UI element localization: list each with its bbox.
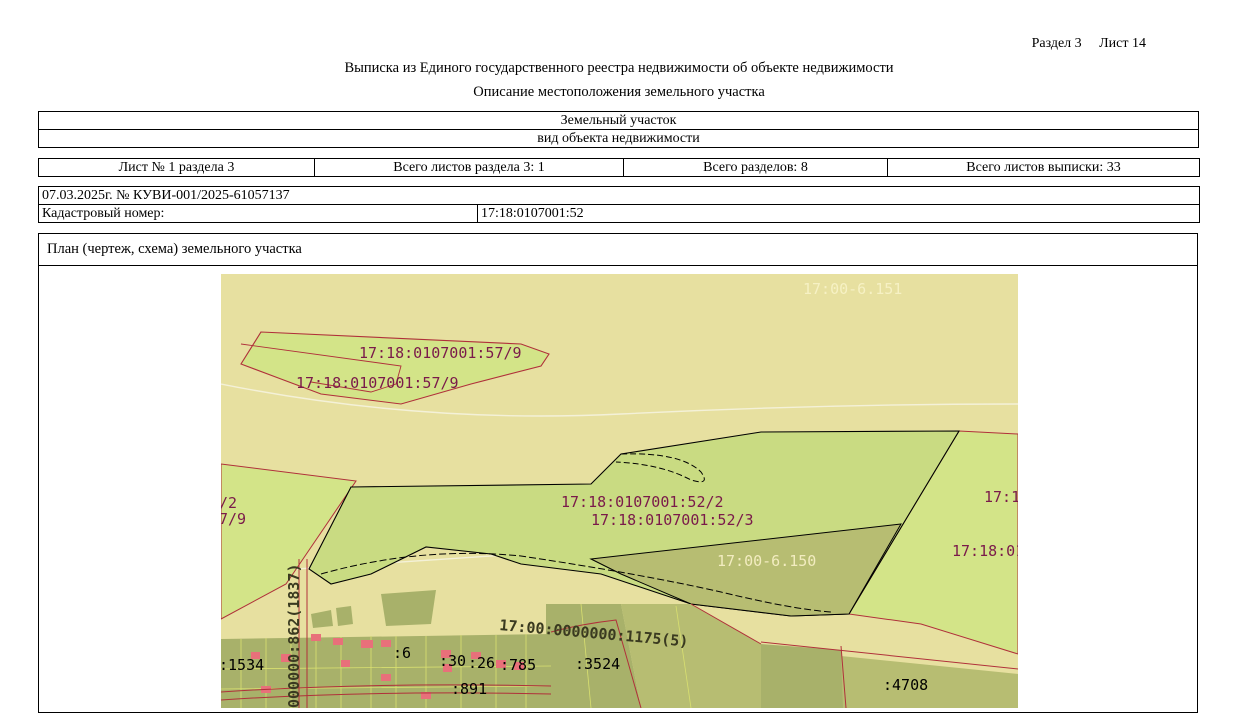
label-26: :26 <box>468 654 495 672</box>
label-zone-150: 17:00-6.150 <box>717 552 816 570</box>
plan-title: План (чертеж, схема) земельного участка <box>47 241 302 257</box>
plan-header: План (чертеж, схема) земельного участка <box>39 234 1197 266</box>
label-6: :6 <box>393 644 411 662</box>
counters-table: Лист № 1 раздела 3 Всего листов раздела … <box>38 158 1200 177</box>
label-right-b: 17:18:01 <box>952 542 1018 560</box>
section-number: Раздел 3 <box>1031 36 1082 51</box>
label-vertical-road: 000000:862(1837) <box>285 564 303 709</box>
label-1534: :1534 <box>221 656 264 674</box>
record-date-number: 07.03.2025г. № КУВИ-001/2025-61057137 <box>38 186 1200 205</box>
label-left-7-9: 7/9 <box>221 510 246 528</box>
document-subtitle: Описание местоположения земельного участ… <box>473 84 765 100</box>
cadastral-map: 17:00-6.151 17:18:0107001:57/9 17:18:010… <box>221 274 1018 708</box>
object-type-caption: вид объекта недвижимости <box>38 129 1199 148</box>
record-table: 07.03.2025г. № КУВИ-001/2025-61057137 Ка… <box>38 186 1200 223</box>
sheet-number: Лист 14 <box>1099 36 1146 51</box>
quarter-4708 <box>761 644 846 708</box>
total-sheets-section: Всего листов раздела 3: 1 <box>314 158 624 177</box>
total-sections: Всего разделов: 8 <box>623 158 888 177</box>
map-canvas: 17:00-6.151 17:18:0107001:57/9 17:18:010… <box>221 274 1018 708</box>
cadastral-number-label: Кадастровый номер: <box>38 204 478 223</box>
label-right-a: 17:1 <box>984 488 1018 506</box>
label-zone-top: 17:00-6.151 <box>803 280 902 298</box>
total-sheets-extract: Всего листов выписки: 33 <box>887 158 1200 177</box>
label-891: :891 <box>451 680 487 698</box>
label-parcel-52-3: 17:18:0107001:52/3 <box>591 511 754 529</box>
document-title: Выписка из Единого государственного реес… <box>344 60 894 76</box>
object-type-table: Земельный участок вид объекта недвижимос… <box>38 111 1199 148</box>
label-parcel-57-9-b: 17:18:0107001:57/9 <box>296 374 459 392</box>
label-785: :785 <box>500 656 536 674</box>
object-type: Земельный участок <box>38 111 1199 130</box>
section-reference: Раздел 3 Лист 14 <box>1032 36 1146 52</box>
quarter-small <box>381 590 436 626</box>
quarter-small <box>336 606 353 626</box>
label-30: :30 <box>439 652 466 670</box>
sheet-of-section: Лист № 1 раздела 3 <box>38 158 315 177</box>
label-parcel-57-9-a: 17:18:0107001:57/9 <box>359 344 522 362</box>
label-4708: :4708 <box>883 676 928 694</box>
cadastral-number-value: 17:18:0107001:52 <box>477 204 1200 223</box>
label-3524: :3524 <box>575 655 620 673</box>
label-parcel-52-2: 17:18:0107001:52/2 <box>561 493 724 511</box>
